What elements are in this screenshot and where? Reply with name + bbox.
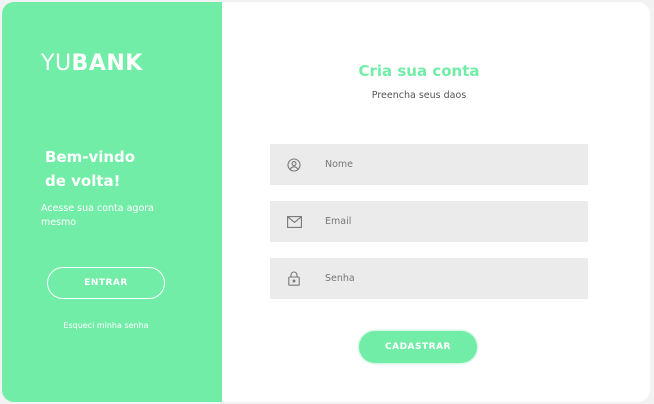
password-field[interactable] — [270, 258, 588, 299]
name-field[interactable] — [270, 144, 588, 185]
welcome-title-line1: Bem-vindo — [45, 148, 136, 166]
name-input[interactable] — [325, 159, 555, 170]
signup-subtitle: Preencha seus daos — [371, 90, 467, 101]
welcome-panel: YU BANK Bem-vindo de volta! Acesse sua co… — [2, 2, 222, 402]
logo-light-text: YU — [41, 51, 72, 76]
mail-icon — [286, 214, 302, 230]
brand-logo: YU BANK — [41, 51, 143, 76]
email-field[interactable] — [270, 201, 588, 242]
signup-title: Cria sua conta — [358, 62, 480, 80]
welcome-title: Bem-vindo de volta! — [45, 145, 195, 193]
welcome-title-line2: de volta! — [45, 172, 121, 190]
password-input[interactable] — [325, 273, 555, 284]
user-icon — [286, 157, 302, 173]
welcome-subtitle: Acesse sua conta agora mesmo — [41, 203, 154, 228]
email-input[interactable] — [325, 216, 555, 227]
enter-button[interactable]: ENTRAR — [47, 267, 165, 299]
register-button[interactable]: CADASTRAR — [359, 331, 477, 363]
lock-icon — [286, 271, 302, 287]
logo-bold-text: BANK — [71, 51, 143, 76]
forgot-password-link[interactable]: Esqueci minha senha — [2, 321, 210, 330]
